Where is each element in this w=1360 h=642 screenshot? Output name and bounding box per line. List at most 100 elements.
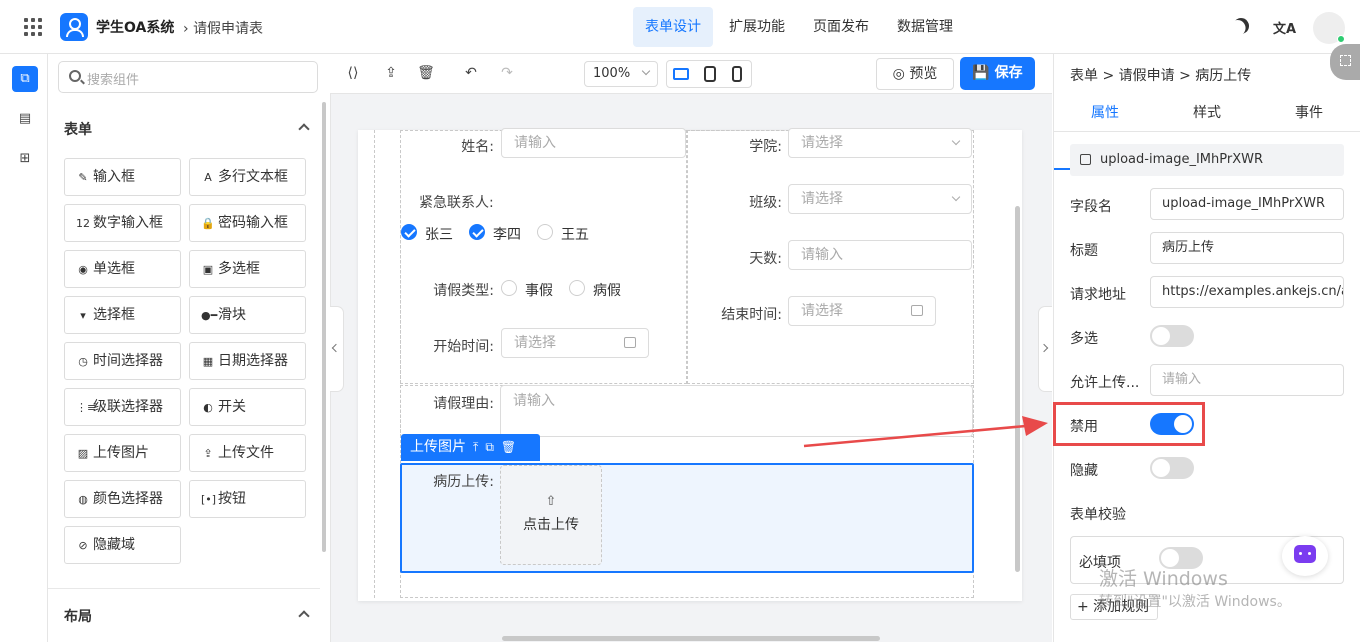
allow-upload-input[interactable]: 请输入: [1150, 364, 1344, 396]
component-label: 滑块: [218, 307, 246, 323]
radio-sick-leave[interactable]: [569, 280, 585, 296]
delete-icon[interactable]: 🗑: [501, 434, 516, 461]
chevron-left-icon: [331, 343, 341, 353]
code-icon[interactable]: ⟨⟩: [344, 64, 362, 82]
tab-form-design[interactable]: 表单设计: [633, 7, 713, 47]
arrow-shaft: [803, 424, 1027, 448]
apps-grid-icon[interactable]: [24, 18, 42, 36]
upload-dropzone[interactable]: ⇧ 点击上传: [500, 465, 602, 565]
checkbox-wangwu[interactable]: [537, 224, 553, 240]
name-input[interactable]: 请输入: [501, 128, 686, 158]
chat-bot-button[interactable]: [1282, 536, 1328, 576]
component-image-button[interactable]: ▨ 上传图片: [64, 434, 181, 472]
component-textarea-button[interactable]: A 多行文本框: [189, 158, 306, 196]
reason-label: 请假理由:: [433, 396, 494, 412]
days-input[interactable]: 请输入: [788, 240, 972, 270]
end-time-picker[interactable]: 请选择: [788, 296, 936, 326]
trash-icon[interactable]: 🗑: [417, 64, 435, 82]
component-cascader-button[interactable]: ⋮≡级联选择器: [64, 388, 181, 426]
hidden-switch[interactable]: [1150, 457, 1194, 479]
leave-type-option: 事假: [525, 283, 553, 299]
component-search-input[interactable]: 搜索组件: [58, 61, 318, 93]
component-select-button[interactable]: ▾ 选择框: [64, 296, 181, 334]
class-label: 班级:: [749, 195, 782, 211]
tree-structure-icon[interactable]: ⊞: [12, 146, 38, 172]
image-icon: [1080, 154, 1091, 165]
field-name-input[interactable]: upload-image_IMhPrXWR: [1150, 188, 1344, 220]
switch-icon: ◐: [203, 401, 213, 414]
checkbox-zhangsan[interactable]: [401, 224, 417, 240]
left-scrollbar[interactable]: [322, 102, 326, 552]
components-icon[interactable]: ⧉: [12, 66, 38, 92]
component-lock-button[interactable]: 🔒 密码输入框: [189, 204, 306, 242]
multiple-switch[interactable]: [1150, 325, 1194, 347]
button-icon: [•]: [201, 493, 217, 506]
start-time-picker[interactable]: 请选择: [501, 328, 649, 358]
days-placeholder: 请输入: [801, 247, 843, 263]
tab-styles[interactable]: 样式: [1156, 102, 1258, 122]
class-placeholder: 请选择: [801, 191, 843, 207]
url-input[interactable]: https://examples.ankejs.cn/a: [1150, 276, 1344, 308]
copy-icon[interactable]: ⧉: [485, 434, 494, 461]
online-status-dot: [1337, 35, 1345, 43]
college-select[interactable]: 请选择: [788, 128, 972, 158]
fullscreen-icon[interactable]: [1330, 44, 1360, 80]
component-eye-off-button[interactable]: ⊘ 隐藏域: [64, 526, 181, 564]
component-switch-button[interactable]: ◐ 开关: [189, 388, 306, 426]
component-calendar-button[interactable]: ▦ 日期选择器: [189, 342, 306, 380]
name-placeholder: 请输入: [514, 135, 556, 151]
app-logo: [60, 13, 88, 41]
collapse-form-icon[interactable]: [298, 123, 310, 135]
tab-events[interactable]: 事件: [1258, 102, 1360, 122]
pen-icon: ✎: [78, 171, 88, 184]
translate-icon[interactable]: 文A: [1273, 18, 1296, 37]
save-label: 保存: [994, 65, 1023, 81]
code-block-icon[interactable]: ▤: [12, 106, 38, 132]
cascader-icon: ⋮≡: [76, 401, 97, 414]
select-icon: ▾: [80, 309, 86, 322]
component-checkbox-button[interactable]: ▣ 多选框: [189, 250, 306, 288]
component-label: 数字输入框: [93, 215, 163, 231]
component-radio-button[interactable]: ◉ 单选框: [64, 250, 181, 288]
dark-mode-icon[interactable]: [1230, 15, 1252, 37]
end-time-placeholder: 请选择: [801, 303, 843, 319]
move-up-icon[interactable]: ⤒: [473, 434, 478, 461]
redo-icon[interactable]: ↷: [498, 64, 516, 82]
tab-properties[interactable]: 属性: [1054, 102, 1156, 122]
college-label: 学院:: [749, 139, 782, 155]
component-palette-button[interactable]: ◍ 颜色选择器: [64, 480, 181, 518]
allow-upload-label: 允许上传...: [1070, 375, 1140, 391]
save-button[interactable]: 💾 保存: [960, 57, 1035, 90]
component-pen-button[interactable]: ✎ 输入框: [64, 158, 181, 196]
preview-button[interactable]: ◎ 预览: [876, 58, 954, 90]
class-select[interactable]: 请选择: [788, 184, 972, 214]
collapse-right-panel-handle[interactable]: [1038, 306, 1052, 392]
canvas-scrollbar[interactable]: [1015, 206, 1020, 572]
checkbox-lisi[interactable]: [469, 224, 485, 240]
collapse-layout-icon[interactable]: [298, 610, 310, 622]
collapse-left-panel-handle[interactable]: [330, 306, 344, 392]
component-slider-button[interactable]: ●━滑块: [189, 296, 306, 334]
title-input[interactable]: 病历上传: [1150, 232, 1344, 264]
radio-icon: ◉: [78, 263, 88, 276]
tablet-icon[interactable]: [704, 66, 716, 82]
component-clock-button[interactable]: ◷ 时间选择器: [64, 342, 181, 380]
component-upload-button[interactable]: ⇪ 上传文件: [189, 434, 306, 472]
top-breadcrumb[interactable]: › 请假申请表: [183, 18, 263, 38]
tab-data-management[interactable]: 数据管理: [885, 7, 965, 47]
eye-off-icon: ⊘: [78, 539, 88, 552]
tab-extensions[interactable]: 扩展功能: [717, 7, 797, 47]
mobile-icon[interactable]: [732, 66, 742, 82]
component-number-button[interactable]: 12 数字输入框: [64, 204, 181, 242]
export-icon[interactable]: ⇪: [382, 64, 400, 82]
name-label: 姓名:: [461, 139, 494, 155]
canvas-horizontal-scrollbar[interactable]: [502, 636, 880, 641]
desktop-icon[interactable]: [673, 68, 689, 80]
component-label: 选择框: [93, 307, 135, 323]
component-button-button[interactable]: [•] 按钮: [189, 480, 306, 518]
zoom-select[interactable]: 100%: [584, 61, 658, 87]
radio-personal-leave[interactable]: [501, 280, 517, 296]
tab-page-publish[interactable]: 页面发布: [801, 7, 881, 47]
component-panel: 搜索组件 表单 ✎ 输入框 A 多行文本框 12 数字输入框 🔒 密码输入框 ◉ 单选框 ▣ 多选框 ▾…: [48, 54, 330, 642]
undo-icon[interactable]: ↶: [462, 64, 480, 82]
